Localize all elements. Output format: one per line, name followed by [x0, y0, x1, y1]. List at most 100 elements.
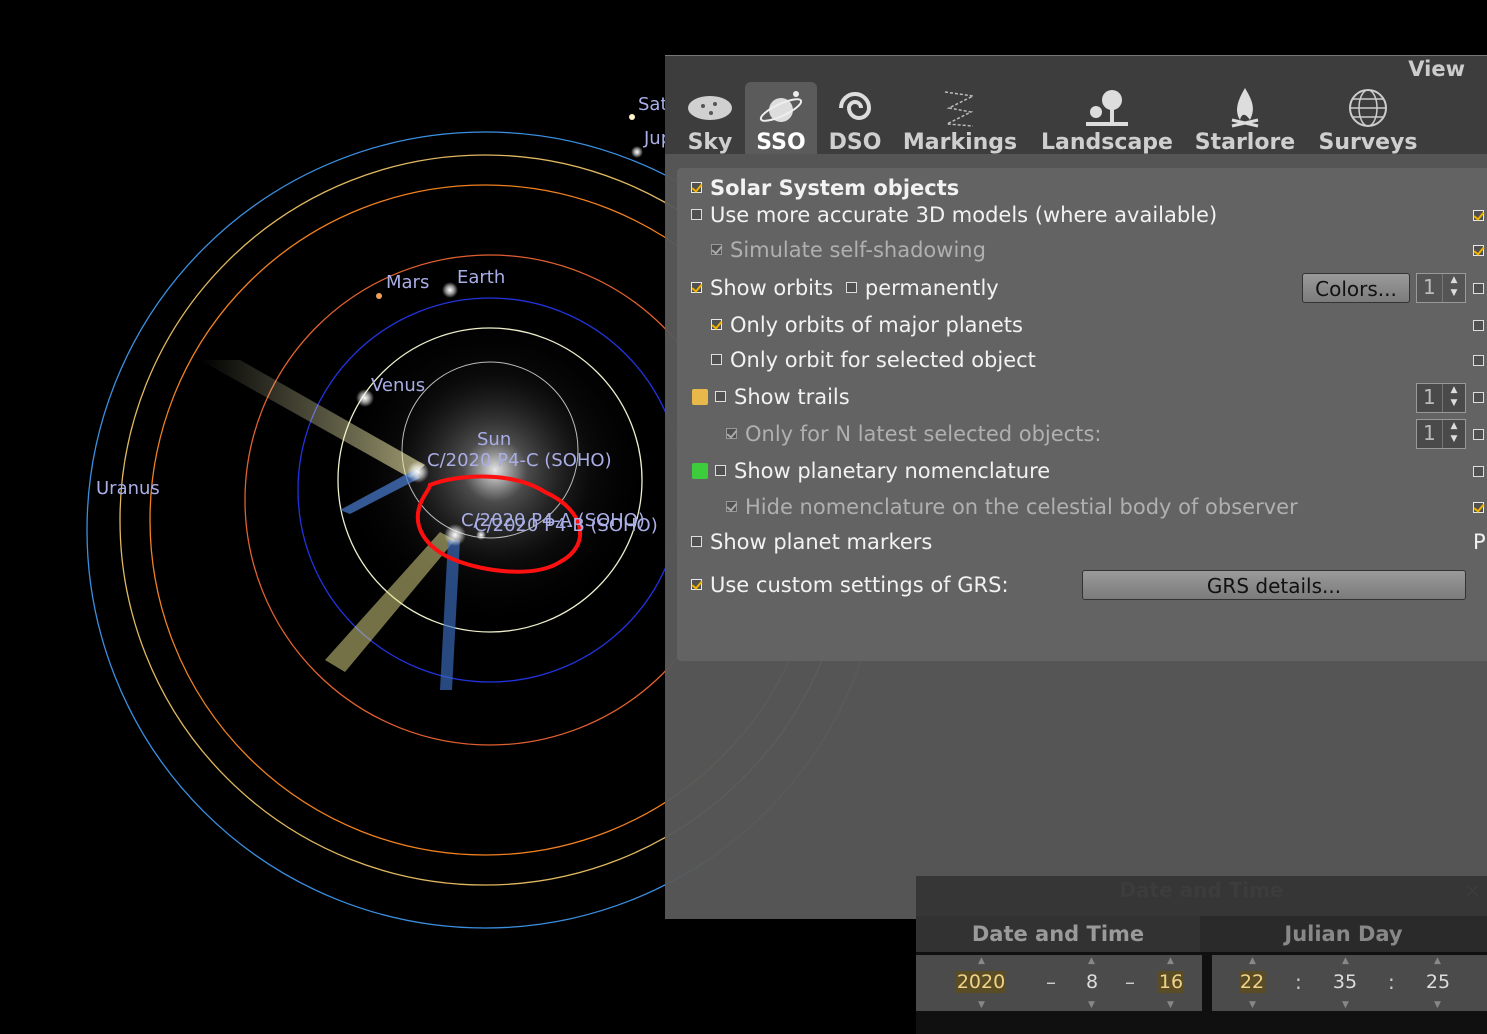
month-down-icon[interactable]: ▼ — [1088, 1000, 1095, 1010]
show-orbits-row[interactable]: Show orbits permanently — [691, 275, 999, 301]
grs-details-button[interactable]: GRS details... — [1082, 570, 1466, 600]
show-trails-label: Show trails — [734, 385, 850, 409]
minute-down-icon[interactable]: ▼ — [1342, 1000, 1349, 1010]
month-up-icon[interactable]: ▲ — [1088, 956, 1095, 966]
day-down-icon[interactable]: ▼ — [1167, 1000, 1174, 1010]
second-up-icon[interactable]: ▲ — [1434, 956, 1441, 966]
show-markers-label: Show planet markers — [710, 530, 933, 554]
starlore-icon — [1231, 88, 1259, 128]
date-separator: – — [1046, 970, 1056, 994]
hide-nomenclature-label: Hide nomenclature on the celestial body … — [745, 495, 1298, 519]
tab-bar: Sky SSO DSO Markings Landscape Starlore … — [665, 82, 1487, 155]
view-titlebar[interactable]: View — [665, 56, 1487, 82]
show-trails-row[interactable]: Show trails — [715, 384, 850, 410]
n-latest-spinbox[interactable]: 1 ▲ ▼ — [1416, 419, 1466, 449]
spin-arrows-icon[interactable]: ▲ ▼ — [1442, 384, 1465, 412]
right-checkbox-8[interactable] — [1473, 466, 1484, 477]
hour-up-icon[interactable]: ▲ — [1249, 956, 1256, 966]
tab-starlore[interactable]: Starlore — [1190, 82, 1300, 155]
right-column-cut-text: P — [1473, 530, 1486, 554]
tab-sky-label: Sky — [687, 130, 733, 155]
tab-dso[interactable]: DSO — [820, 82, 890, 155]
date-separator: – — [1125, 970, 1135, 994]
use-grs-row[interactable]: Use custom settings of GRS: — [691, 572, 1009, 598]
saturn-dot[interactable] — [629, 114, 635, 120]
markings-icon — [944, 91, 976, 127]
time-separator: : — [1295, 970, 1302, 994]
julian-day-header[interactable]: Julian Day — [1200, 916, 1487, 952]
label-venus[interactable]: Venus — [371, 375, 425, 396]
day-up-icon[interactable]: ▲ — [1167, 956, 1174, 966]
show-markers-row[interactable]: Show planet markers — [691, 529, 932, 555]
show-trails-checkbox[interactable] — [715, 390, 726, 402]
close-icon[interactable]: × — [1464, 878, 1481, 902]
permanently-checkbox[interactable] — [845, 281, 857, 293]
accurate-models-checkbox[interactable] — [691, 208, 702, 220]
label-uranus[interactable]: Uranus — [96, 478, 160, 499]
second-down-icon[interactable]: ▼ — [1434, 1000, 1441, 1010]
hour-field[interactable]: 22 — [1239, 971, 1265, 993]
spin-arrows-icon[interactable]: ▲ ▼ — [1442, 420, 1465, 448]
view-window: View Sky SSO DSO Markings Landscape Star… — [665, 55, 1487, 919]
solar-system-objects-label: Solar System objects — [710, 176, 960, 200]
show-markers-checkbox[interactable] — [691, 535, 702, 547]
show-orbits-checkbox[interactable] — [691, 281, 702, 293]
right-checkbox-2[interactable] — [1473, 245, 1484, 256]
sky-icon — [688, 96, 732, 120]
mars-dot[interactable] — [376, 293, 382, 299]
only-selected-checkbox[interactable] — [711, 353, 722, 365]
orbits-thickness-spinbox[interactable]: 1 ▲ ▼ — [1416, 273, 1466, 303]
trails-color-swatch[interactable] — [692, 389, 708, 405]
second-field[interactable]: 25 — [1425, 971, 1451, 993]
tab-surveys[interactable]: Surveys — [1313, 82, 1423, 155]
show-nomenclature-checkbox[interactable] — [715, 464, 726, 476]
minute-field[interactable]: 35 — [1332, 971, 1358, 993]
show-nomenclature-row[interactable]: Show planetary nomenclature — [715, 458, 1050, 484]
day-field[interactable]: 16 — [1158, 971, 1184, 993]
right-checkbox-9[interactable] — [1473, 502, 1484, 513]
right-checkbox-4[interactable] — [1473, 320, 1484, 331]
tab-markings[interactable]: Markings — [900, 82, 1020, 155]
accurate-models-row[interactable]: Use more accurate 3D models (where avail… — [691, 202, 1217, 228]
label-comet-main[interactable]: C/2020 P4-C (SOHO) — [427, 450, 612, 471]
sso-icon — [759, 91, 803, 122]
year-down-icon[interactable]: ▼ — [978, 1000, 985, 1010]
use-grs-checkbox[interactable] — [691, 578, 702, 590]
spin-arrows-icon[interactable]: ▲ ▼ — [1442, 274, 1465, 302]
label-earth[interactable]: Earth — [457, 267, 505, 288]
only-major-checkbox[interactable] — [711, 318, 722, 330]
minute-up-icon[interactable]: ▲ — [1342, 956, 1349, 966]
label-comet-c[interactable]: C/2020 P4-B (SOHO) — [474, 515, 658, 536]
colors-button[interactable]: Colors... — [1302, 273, 1410, 303]
jupiter-dot[interactable] — [631, 146, 643, 158]
only-n-latest-label: Only for N latest selected objects: — [745, 422, 1102, 446]
right-checkbox-7[interactable] — [1473, 429, 1484, 440]
tab-sso-label: SSO — [756, 130, 806, 155]
tab-sky[interactable]: Sky — [675, 82, 745, 155]
month-field[interactable]: 8 — [1080, 971, 1104, 993]
right-checkbox-5[interactable] — [1473, 355, 1484, 366]
only-major-row[interactable]: Only orbits of major planets — [711, 312, 1023, 338]
comet-main-dot[interactable] — [407, 461, 429, 483]
earth-dot[interactable] — [442, 282, 458, 298]
right-checkbox-1[interactable] — [1473, 210, 1484, 221]
year-field[interactable]: 2020 — [956, 971, 1006, 993]
year-up-icon[interactable]: ▲ — [978, 956, 985, 966]
label-mars[interactable]: Mars — [386, 272, 429, 293]
solar-system-objects-row[interactable]: Solar System objects — [691, 175, 959, 201]
time-separator: : — [1388, 970, 1395, 994]
only-selected-row[interactable]: Only orbit for selected object — [711, 347, 1036, 373]
tab-sso[interactable]: SSO — [745, 82, 817, 155]
nomenclature-color-swatch[interactable] — [692, 463, 708, 479]
solar-system-objects-checkbox[interactable] — [691, 181, 702, 193]
permanently-label: permanently — [864, 276, 999, 300]
right-checkbox-6[interactable] — [1473, 392, 1484, 403]
right-checkbox-3[interactable] — [1473, 283, 1484, 294]
tab-dso-label: DSO — [828, 130, 882, 155]
tab-landscape[interactable]: Landscape — [1037, 82, 1177, 155]
hour-down-icon[interactable]: ▼ — [1249, 1000, 1256, 1010]
label-sun[interactable]: Sun — [477, 429, 511, 450]
tab-markings-label: Markings — [902, 130, 1018, 155]
date-time-header: Date and Time — [916, 916, 1200, 952]
trails-thickness-spinbox[interactable]: 1 ▲ ▼ — [1416, 383, 1466, 413]
